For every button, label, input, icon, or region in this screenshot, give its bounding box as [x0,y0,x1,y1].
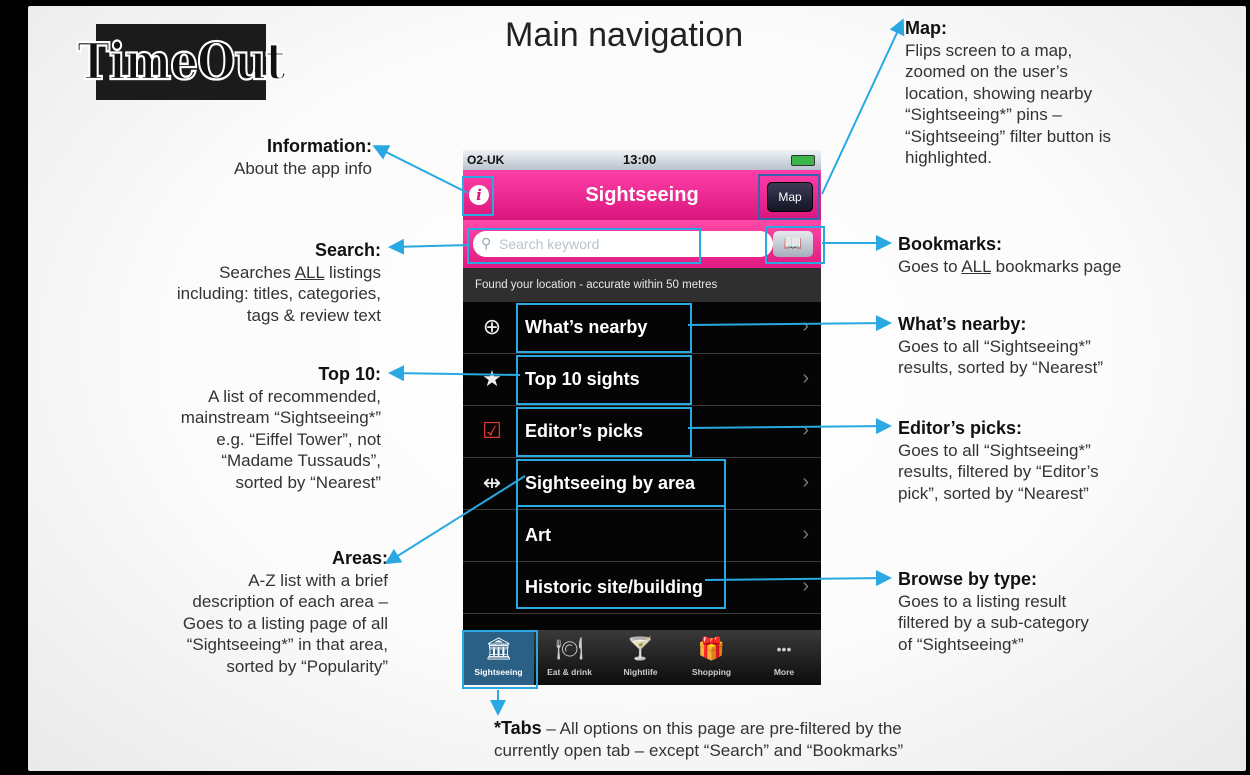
page-frame: TimeOut Main navigation Information: Abo… [0,0,1250,775]
arrow-editors-picks [687,418,892,435]
arrow-areas [384,475,526,565]
arrow-top10 [388,365,521,382]
callout-arrows [372,18,905,716]
arrow-map [821,18,905,195]
arrow-information [372,145,469,194]
arrow-browse [704,570,892,587]
arrow-search [388,238,471,255]
arrow-whats-nearby [687,315,892,332]
